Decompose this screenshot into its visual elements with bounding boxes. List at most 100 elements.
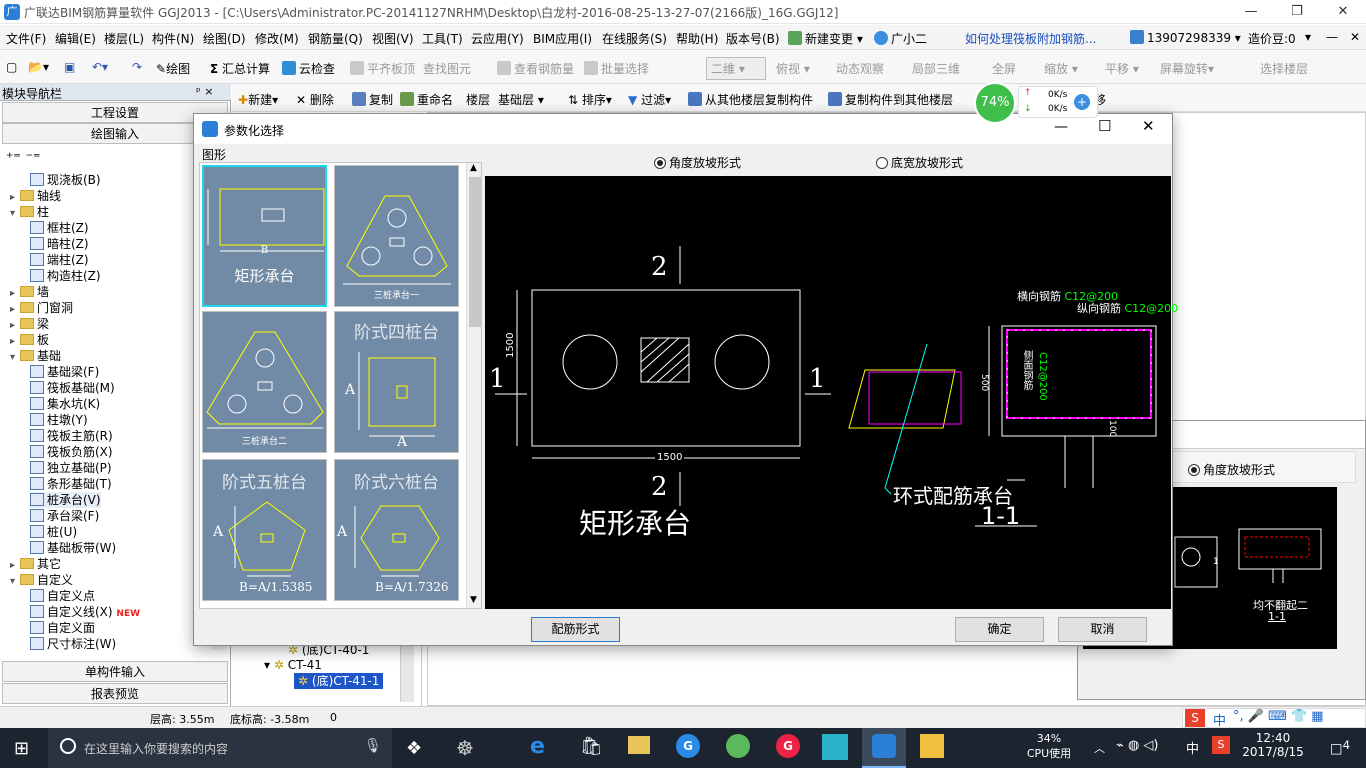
thumb-step-five[interactable]: 阶式五桩台 A B=A/1.5385: [202, 459, 327, 601]
restore-button[interactable]: ❐: [1274, 0, 1320, 24]
tree-item[interactable]: 基础板带(W): [30, 540, 116, 556]
expand-collapse-icons[interactable]: ⁺⁼ ⁻⁼: [6, 150, 40, 166]
new-file-icon[interactable]: ▢: [6, 60, 17, 74]
panel-pin-close[interactable]: ᵖ ×: [196, 85, 213, 98]
thumb-step-four[interactable]: 阶式四桩台 A A: [334, 311, 459, 453]
tree-folder[interactable]: ▸ 门窗洞: [10, 300, 73, 316]
tree-item[interactable]: 承台梁(F): [30, 508, 99, 524]
draw-button[interactable]: ✎绘图: [156, 60, 190, 77]
glodon-app-icon[interactable]: G: [676, 734, 700, 758]
tree-folder[interactable]: ▸ 其它: [10, 556, 61, 572]
taskbar-search[interactable]: 在这里输入你要搜索的内容 🎙: [48, 728, 392, 768]
menu-cloud[interactable]: 云应用(Y): [471, 30, 524, 47]
menu-close[interactable]: ✕: [1350, 30, 1360, 44]
radio-angle-slope[interactable]: 角度放坡形式: [654, 154, 741, 171]
tree-item[interactable]: 筏板基础(M): [30, 380, 115, 396]
report-preview-button[interactable]: 报表预览: [2, 683, 228, 704]
menu-help[interactable]: 帮助(H): [676, 30, 718, 47]
tree-folder[interactable]: ▸ 板: [10, 332, 49, 348]
tree-item[interactable]: 构造柱(Z): [30, 268, 101, 284]
delete-button[interactable]: ✕ 删除: [296, 91, 334, 108]
edge-browser-icon[interactable]: e: [530, 734, 545, 759]
help-link[interactable]: 如何处理筏板附加钢筋...: [965, 30, 1096, 47]
tree-folder[interactable]: ▾ 基础: [10, 348, 61, 364]
menu-draw[interactable]: 绘图(D): [203, 30, 246, 47]
tree-item[interactable]: 独立基础(P): [30, 460, 112, 476]
explorer-icon[interactable]: [628, 736, 650, 754]
task-view-icon[interactable]: ❖: [406, 738, 422, 759]
radio-base-width-slope[interactable]: 底宽放坡形式: [876, 154, 963, 171]
cancel-button[interactable]: 取消: [1058, 617, 1147, 642]
menu-arrow[interactable]: ▾: [1305, 30, 1311, 44]
close-button[interactable]: ✕: [1320, 0, 1366, 24]
tree-item[interactable]: 框柱(Z): [30, 220, 89, 236]
zoom-button[interactable]: 缩放 ▾: [1044, 60, 1078, 77]
tray-chevron-icon[interactable]: ︿: [1094, 740, 1105, 756]
tree-item[interactable]: 自定义点: [30, 588, 95, 604]
memory-percent[interactable]: 74%: [974, 82, 1016, 124]
list-item[interactable]: ▾ ✲ CT-41: [264, 657, 322, 673]
store-icon[interactable]: 🛍: [580, 736, 603, 757]
view-mode-select[interactable]: 二维 ▾: [706, 57, 766, 80]
copy-from-floor-button[interactable]: 从其他楼层复制构件: [688, 91, 813, 108]
tree-folder[interactable]: ▸ 墙: [10, 284, 49, 300]
undo-icon[interactable]: ↶▾: [92, 60, 108, 74]
tree-folder[interactable]: ▸ 梁: [10, 316, 49, 332]
menu-modify[interactable]: 修改(M): [255, 30, 299, 47]
ok-button[interactable]: 确定: [955, 617, 1044, 642]
user-account[interactable]: 13907298339 ▾: [1130, 30, 1241, 45]
bg-radio-angle[interactable]: 角度放坡形式: [1188, 461, 1275, 478]
tree-folder[interactable]: ▸ 轴线: [10, 188, 61, 204]
filter-button[interactable]: ▼ 过滤▾: [628, 91, 671, 108]
menu-file[interactable]: 文件(F): [6, 30, 46, 47]
select-floor-button[interactable]: 选择楼层: [1260, 60, 1308, 77]
fullscreen-button[interactable]: 全屏: [992, 60, 1016, 77]
thumb-three-pile-2[interactable]: 三桩承台二: [202, 311, 327, 453]
tree-item[interactable]: 集水坑(K): [30, 396, 100, 412]
local-3d-button[interactable]: 局部三维: [912, 60, 960, 77]
tree-item[interactable]: 尺寸标注(W): [30, 636, 116, 650]
menu-component[interactable]: 构件(N): [152, 30, 194, 47]
tree-item[interactable]: 桩承台(V): [30, 492, 101, 508]
summary-calc-button[interactable]: Σ 汇总计算: [210, 60, 270, 77]
rename-button[interactable]: 重命名: [400, 91, 453, 108]
windows-start-icon[interactable]: ⊞: [14, 738, 29, 759]
notification-icon[interactable]: ☐4: [1330, 738, 1350, 759]
open-folder-icon[interactable]: 📂▾: [28, 60, 49, 74]
menu-minimize[interactable]: —: [1326, 30, 1338, 44]
menu-edit[interactable]: 编辑(E): [55, 30, 96, 47]
minimize-button[interactable]: —: [1228, 0, 1274, 24]
tree-folder[interactable]: ▾ 柱: [10, 204, 49, 220]
cloud-check-button[interactable]: 云检查: [282, 60, 335, 77]
top-view-button[interactable]: 俯视 ▾: [776, 60, 810, 77]
tree-item[interactable]: 端柱(Z): [30, 252, 89, 268]
single-component-input-button[interactable]: 单构件输入: [2, 661, 228, 682]
clock[interactable]: 12:40 2017/8/15: [1238, 731, 1308, 759]
list-item-selected[interactable]: ✲ (底)CT-41-1: [294, 673, 384, 689]
assistant-button[interactable]: 广小二: [874, 30, 927, 47]
save-icon[interactable]: ▣: [64, 60, 75, 74]
tray-ime[interactable]: 中: [1186, 738, 1199, 757]
align-slab-top-button[interactable]: 平齐板顶: [350, 60, 415, 77]
batch-select-button[interactable]: 批量选择: [584, 60, 649, 77]
tree-item[interactable]: 条形基础(T): [30, 476, 112, 492]
thumb-rect-cap[interactable]: B 矩形承台: [202, 165, 327, 307]
active-app-tab[interactable]: [862, 728, 906, 768]
ime-toolbar[interactable]: S 中 °, 🎤 ⌨ 👕 ▦: [1182, 708, 1366, 729]
tree-item[interactable]: 筏板主筋(R): [30, 428, 113, 444]
find-element-button[interactable]: 查找图元: [423, 60, 471, 77]
plus-icon[interactable]: +: [1074, 94, 1090, 110]
tree-item[interactable]: 暗柱(Z): [30, 236, 89, 252]
menu-floor[interactable]: 楼层(L): [104, 30, 144, 47]
new-change-button[interactable]: 新建变更 ▾: [788, 30, 863, 47]
copy-button[interactable]: 复制: [352, 91, 393, 108]
menu-version[interactable]: 版本号(B): [726, 30, 780, 47]
tree-item[interactable]: 桩(U): [30, 524, 77, 540]
tree-folder[interactable]: ▾ 自定义: [10, 572, 73, 588]
floor-select[interactable]: 基础层 ▾: [498, 91, 544, 108]
dialog-close-button[interactable]: ✕: [1142, 117, 1155, 135]
tray-icons[interactable]: ⌁ ◍ ◁): [1116, 738, 1159, 753]
new-component-button[interactable]: ✚新建▾: [238, 91, 278, 108]
thumb-scrollbar[interactable]: ▲ ▼: [466, 163, 481, 608]
app-swirl-icon[interactable]: ☸: [456, 736, 474, 760]
